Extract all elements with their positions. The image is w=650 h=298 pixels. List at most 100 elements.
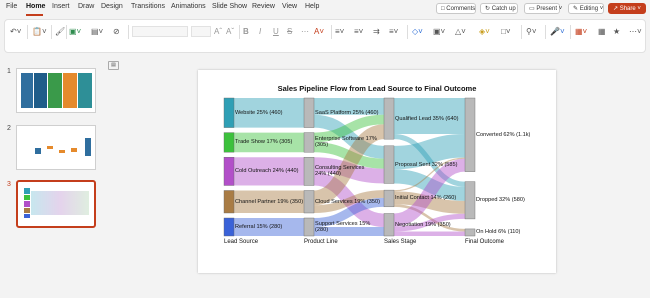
bold-icon[interactable]: B [243,27,249,37]
slide-thumbnail-3-selected[interactable] [16,180,96,228]
menu-file[interactable]: File [6,3,17,10]
thumb-block [48,73,62,108]
thumb-block [34,73,47,108]
reset-icon[interactable]: ⊘ [113,27,120,37]
indent-icon[interactable]: ⇉ [373,27,380,37]
sankey-node-referral [223,217,235,237]
chevron-down-icon: ˅ [637,6,641,12]
editing-mode-button[interactable]: ✎ Editing ˅ [568,3,604,14]
menu-animations[interactable]: Animations [171,3,206,10]
menu-transitions[interactable]: Transitions [131,3,165,10]
menu-insert[interactable]: Insert [52,3,70,10]
sankey-node-label-dropped: Dropped 32% (580) [476,197,525,204]
increase-font-icon[interactable]: Aˆ [214,27,222,37]
sankey-node-channel [223,190,235,214]
format-painter-icon[interactable]: 🖌 [55,27,65,37]
italic-icon[interactable]: I [259,27,261,37]
menu-draw[interactable]: Draw [78,3,94,10]
font-size-box[interactable] [191,26,211,37]
pencil-icon: ✎ [573,6,579,12]
sankey-node-label-trade: Trade Show 17% (305) [235,139,293,146]
align-icon[interactable]: ≡˅ [389,27,398,37]
thumb-node [24,195,30,200]
numbering-icon[interactable]: ≡˅ [354,27,363,37]
menu-slideshow[interactable]: Slide Show [212,3,247,10]
share-label: Share [619,6,636,12]
thumb-block [63,73,77,108]
chevron-down-icon: ˅ [558,6,563,12]
menu-view[interactable]: View [282,3,297,10]
ribbon-divider [66,25,67,39]
copilot-icon[interactable]: ★ [613,27,620,37]
sankey-node-qualified [383,97,395,140]
thumb-bar [35,148,41,154]
thumb-node [24,208,30,213]
catchup-button[interactable]: ↻ Catch up [480,3,518,14]
sankey-node-cloud [303,190,315,214]
thumb-node [24,188,30,194]
thumb-block [21,73,33,108]
paste-icon[interactable]: 📋˅ [32,27,47,37]
sankey-node-enterprise [303,132,315,153]
sankey-node-label-channel: Channel Partner 19% (350) [235,198,304,205]
shapes-icon[interactable]: ◇˅ [412,27,423,37]
designer-icon[interactable]: ▦˅ [575,27,587,37]
editing-label: Editing [579,6,599,12]
stage-label-sales-stage: Sales Stage [384,239,417,245]
dictate-icon[interactable]: 🎤˅ [550,27,565,37]
sankey-node-initial [383,189,395,208]
share-button[interactable]: ↗ Share ˅ [608,3,646,14]
arrange-icon[interactable]: ▣˅ [433,27,445,37]
slide-thumbnail-pane: 1 2 3 [0,58,104,298]
sankey-node-label-consulting: Consulting Services 24% (440) [315,165,365,178]
fill-icon[interactable]: ◈˅ [479,27,490,37]
menu-home[interactable]: Home [26,3,45,10]
menu-bar: File Home Insert Draw Design Transitions… [0,0,650,18]
find-icon[interactable]: ⚲˅ [526,27,537,37]
new-slide-icon[interactable]: ▣˅ [69,27,81,37]
sankey-node-support [303,217,315,237]
slide-thumbnail-2[interactable] [16,125,96,170]
menu-design[interactable]: Design [101,3,123,10]
ribbon-divider [239,25,240,39]
catchup-label: Catch up [491,6,516,12]
outline-icon[interactable]: □˅ [501,27,511,37]
undo-icon[interactable]: ↶˅ [10,27,21,37]
more-icon[interactable]: ⋯˅ [629,27,642,37]
sankey-node-label-support: Support Services 15% (280) [315,220,371,233]
thumb-bar [47,146,53,149]
underline-icon[interactable]: U [273,27,279,37]
font-name-box[interactable] [132,26,188,37]
menu-review[interactable]: Review [252,3,275,10]
present-label: Present [536,6,558,12]
comments-button[interactable]: □ Comments [436,3,476,14]
ribbon-divider [570,25,571,39]
menu-help[interactable]: Help [305,3,319,10]
more-format-icon[interactable]: ⋯ [301,27,309,37]
catchup-icon: ↻ [485,6,491,12]
ribbon-divider [545,25,546,39]
active-tab-indicator [26,14,43,16]
sankey-node-label-negotiation: Negotiation 19% (350) [395,221,451,228]
sankey-node-label-qualified: Qualified Lead 35% (640) [395,115,459,122]
present-button[interactable]: ▭ Present ˅ [524,3,563,14]
sankey-node-label-converted: Converted 62% (1.1k) [476,131,531,138]
sankey-node-label-referral: Referral 15% (280) [235,223,283,230]
ribbon-toolbar: ↶˅ 📋˅ 🖌 ▣˅ ▤˅ ⊘ Aˆ Aˇ B I U S ⋯ A˅ ≡˅ ≡˅… [4,19,646,53]
strikethrough-icon[interactable]: S [287,27,292,37]
quick-styles-icon[interactable]: △˅ [455,27,466,37]
stage-label-final-outcome: Final Outcome [465,239,505,245]
sankey-node-website [223,97,235,128]
sankey-node-converted [464,97,476,172]
thumb-node [24,214,30,218]
decrease-font-icon[interactable]: Aˇ [226,27,234,37]
ribbon-divider [27,25,28,39]
bullets-icon[interactable]: ≡˅ [335,27,344,37]
slide-canvas[interactable]: Sales Pipeline Flow from Lead Source to … [198,70,556,273]
addins-icon[interactable]: ▦ [598,27,606,37]
slide-thumbnail-1[interactable] [16,68,96,113]
collapse-pane-icon[interactable]: ▤ [108,61,119,70]
layout-icon[interactable]: ▤˅ [91,27,103,37]
sankey-node-dropped [464,181,476,220]
font-color-icon[interactable]: A˅ [314,27,324,37]
